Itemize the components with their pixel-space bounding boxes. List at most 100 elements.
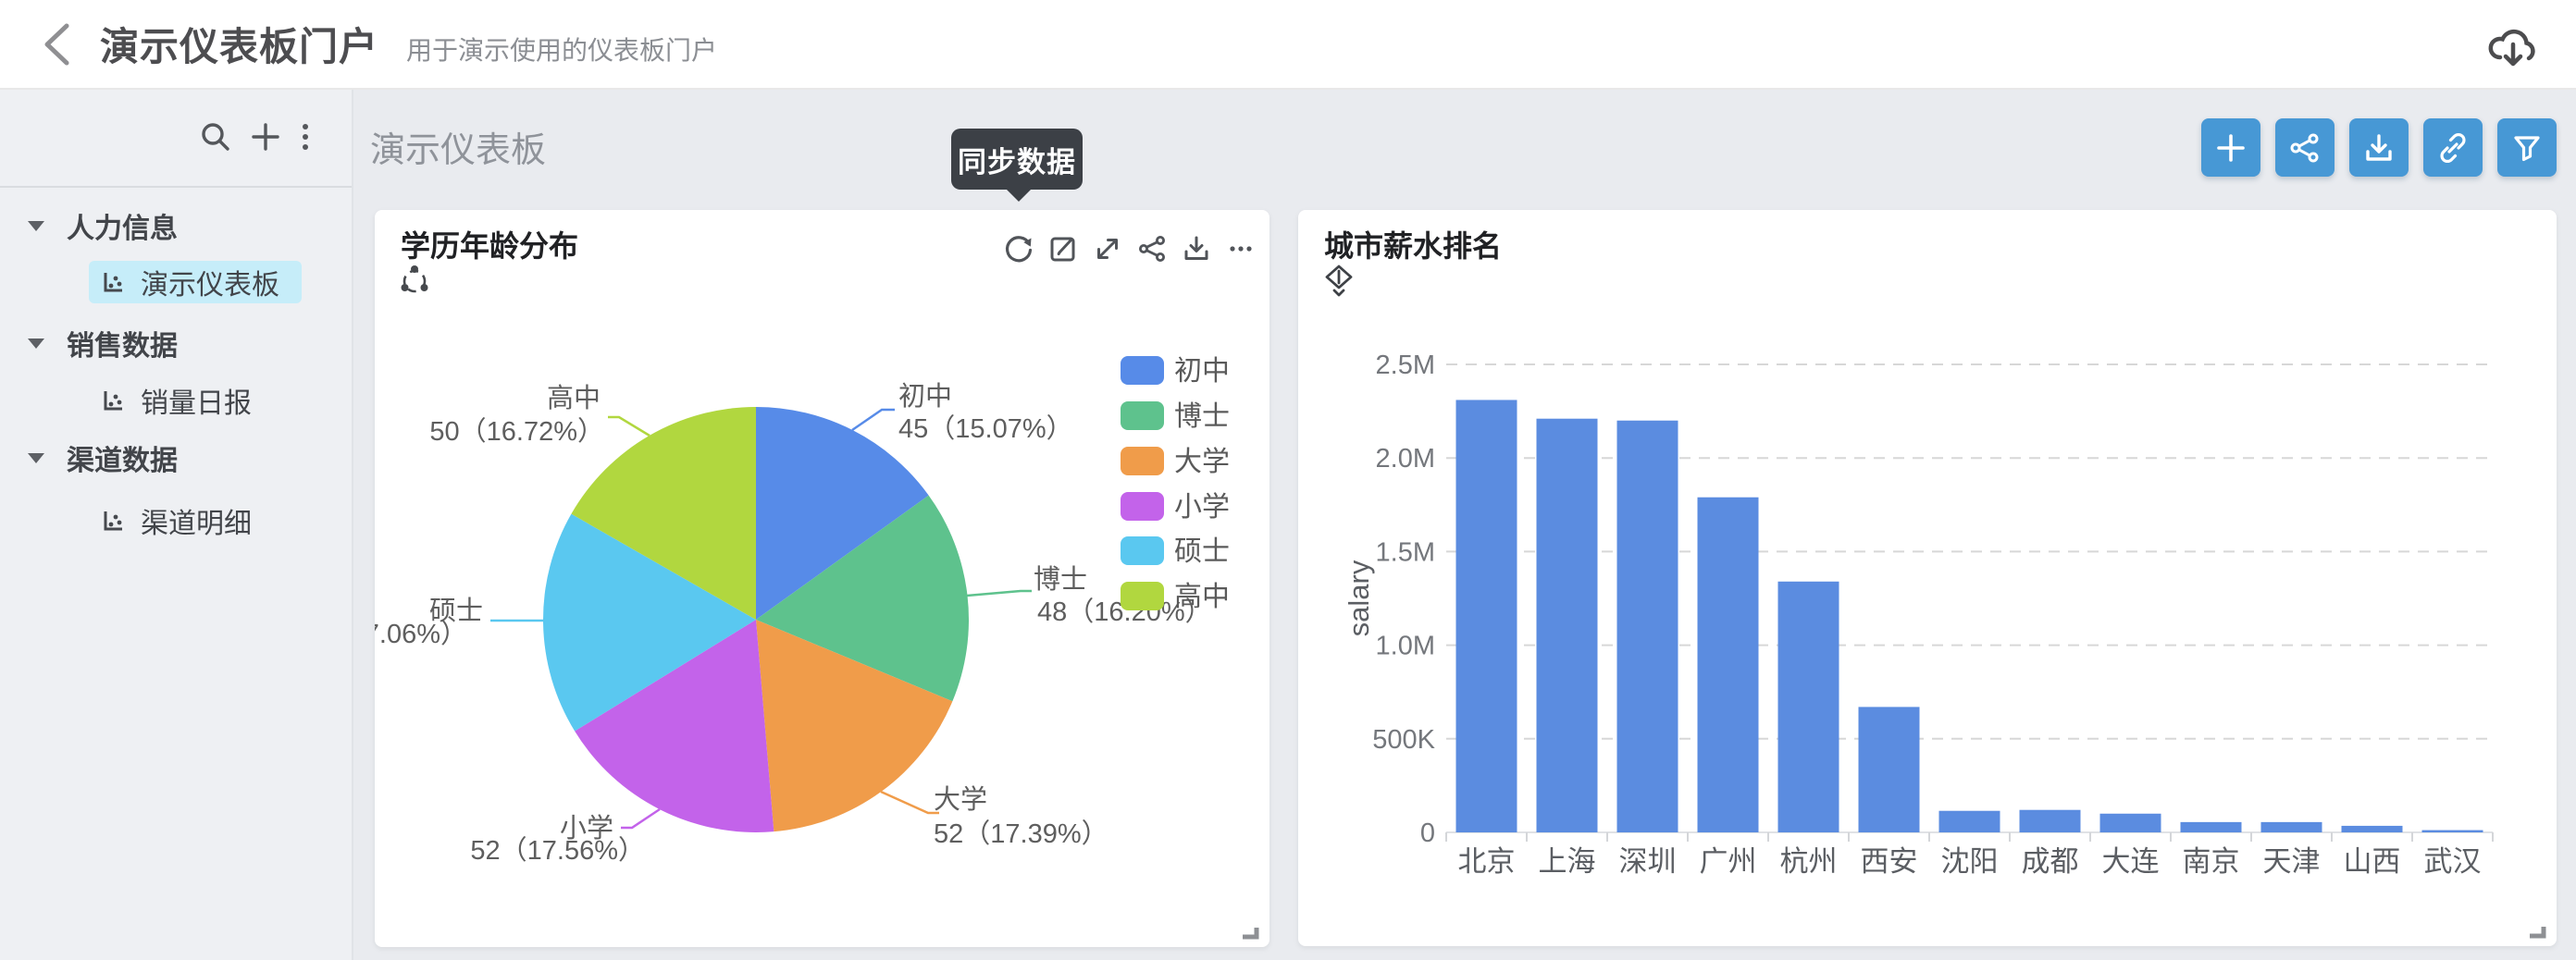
chart-title: 城市薪水排名 bbox=[1324, 229, 1503, 263]
chart-actions bbox=[1003, 233, 1257, 265]
sidebar-group-sales[interactable]: 销售数据 bbox=[0, 322, 353, 364]
cloud-download-icon bbox=[2488, 29, 2535, 66]
sidebar-group-label: 销售数据 bbox=[67, 331, 178, 362]
legend-item-博士[interactable]: 博士 bbox=[1121, 401, 1230, 432]
plus-icon bbox=[2217, 133, 2245, 162]
sidebar-item-channel-detail[interactable]: 渠道明细 bbox=[89, 499, 302, 542]
sync-data-tooltip: 同步数据 bbox=[951, 129, 1083, 202]
bar-深圳[interactable] bbox=[1616, 420, 1678, 832]
legend-swatch bbox=[1121, 492, 1164, 521]
legend-swatch bbox=[1121, 401, 1164, 430]
bar-广州[interactable] bbox=[1697, 497, 1759, 832]
add-component-button[interactable] bbox=[2201, 118, 2260, 177]
legend-label: 高中 bbox=[1174, 582, 1230, 612]
resize-handle-icon[interactable] bbox=[1240, 923, 1260, 940]
legend-item-小学[interactable]: 小学 bbox=[1121, 492, 1230, 523]
resize-handle-icon[interactable] bbox=[2527, 922, 2547, 939]
refresh-icon[interactable] bbox=[1003, 233, 1034, 265]
y-tick-label: 500K bbox=[1372, 725, 1435, 755]
caret-down-icon bbox=[28, 338, 44, 349]
pie-label-leader bbox=[608, 415, 650, 437]
bar-上海[interactable] bbox=[1536, 418, 1598, 832]
x-tick-label: 北京 bbox=[1458, 845, 1516, 878]
bar-大连[interactable] bbox=[2099, 813, 2161, 832]
pie-label-value: 51（17.06%） bbox=[375, 620, 467, 649]
more-icon[interactable] bbox=[1225, 233, 1257, 265]
bar-成都[interactable] bbox=[2019, 809, 2081, 832]
link-button[interactable] bbox=[2423, 118, 2483, 177]
y-tick-label: 2.0M bbox=[1376, 444, 1435, 474]
pie-label-leader bbox=[851, 408, 895, 432]
kebab-menu-icon[interactable] bbox=[287, 118, 324, 155]
bar-chart-canvas[interactable]: 0 500K 1.0M 1.5M 2.0M 2.5M salary 北京 上海 深圳 广州 杭州 西安沈… bbox=[1298, 210, 2557, 946]
dashboard-title: 演示仪表板 bbox=[370, 131, 547, 170]
legend-item-硕士[interactable]: 硕士 bbox=[1121, 536, 1230, 567]
x-tick-label: 沈阳 bbox=[1941, 845, 1999, 878]
cloud-download-button[interactable] bbox=[2483, 18, 2537, 71]
pie-label-value: 45（15.07%） bbox=[898, 414, 1073, 444]
legend-label: 初中 bbox=[1174, 356, 1230, 387]
chart-icon bbox=[104, 511, 122, 531]
edit-icon[interactable] bbox=[1047, 233, 1079, 265]
chart-title: 学历年龄分布 bbox=[401, 229, 579, 263]
download-icon[interactable] bbox=[1181, 233, 1212, 265]
tooltip-arrow bbox=[1006, 189, 1032, 202]
sidebar-item-label: 销量日报 bbox=[141, 388, 252, 419]
pie-label-leader bbox=[880, 790, 939, 815]
x-tick-label: 广州 bbox=[1700, 845, 1757, 878]
back-button[interactable] bbox=[37, 20, 78, 68]
bar-山西[interactable] bbox=[2341, 825, 2403, 832]
expand-icon[interactable] bbox=[1092, 233, 1123, 265]
pie-label-name: 高中 bbox=[547, 383, 601, 413]
legend-swatch bbox=[1121, 536, 1164, 565]
legend-label: 大学 bbox=[1174, 447, 1230, 477]
pie-label-value: 52（17.39%） bbox=[934, 819, 1108, 849]
share-icon[interactable] bbox=[1136, 233, 1168, 265]
legend-item-大学[interactable]: 大学 bbox=[1121, 447, 1230, 477]
sidebar-item-sales-daily[interactable]: 销量日报 bbox=[89, 379, 302, 422]
sidebar-toolbar bbox=[0, 90, 352, 186]
bar-西安[interactable] bbox=[1858, 707, 1920, 832]
drill-diamond-icon bbox=[1324, 264, 1354, 297]
y-tick-label: 1.5M bbox=[1376, 537, 1435, 567]
pie-label-leader bbox=[966, 589, 1032, 597]
y-tick-label: 0 bbox=[1420, 818, 1435, 848]
legend-swatch bbox=[1121, 582, 1164, 610]
bar-chart-card: 0 500K 1.0M 1.5M 2.0M 2.5M salary 北京 上海 深圳 广州 杭州 西安沈… bbox=[1298, 210, 2557, 946]
search-icon[interactable] bbox=[197, 118, 234, 155]
chart-icon bbox=[104, 273, 122, 292]
pie-label-value: 52（17.56%） bbox=[470, 836, 645, 866]
filter-icon bbox=[2514, 135, 2540, 161]
bar-南京[interactable] bbox=[2180, 821, 2242, 832]
y-tick-label: 2.5M bbox=[1376, 351, 1435, 380]
sidebar-group-channel[interactable]: 渠道数据 bbox=[0, 437, 353, 479]
sidebar-item-demo-dashboard[interactable]: 演示仪表板 bbox=[89, 261, 302, 303]
sidebar-divider bbox=[0, 186, 352, 188]
bar-沈阳[interactable] bbox=[1938, 810, 2000, 832]
x-tick-label: 山西 bbox=[2344, 845, 2401, 878]
bar-杭州[interactable] bbox=[1777, 581, 1839, 832]
x-tick-label: 大连 bbox=[2102, 845, 2160, 878]
bar-北京[interactable] bbox=[1455, 400, 1517, 832]
legend-item-高中[interactable]: 高中 bbox=[1121, 582, 1230, 612]
sidebar-group-label: 渠道数据 bbox=[67, 446, 178, 476]
download-icon bbox=[2366, 133, 2392, 161]
sidebar-item-label: 渠道明细 bbox=[141, 509, 252, 539]
bar-天津[interactable] bbox=[2260, 821, 2322, 832]
linkage-dots-icon bbox=[401, 264, 430, 297]
pie-label-leader bbox=[621, 807, 661, 830]
app-header: 演示仪表板门户 用于演示使用的仪表板门户 bbox=[0, 0, 2576, 90]
bar-武汉[interactable] bbox=[2421, 830, 2483, 832]
sidebar-group-hr[interactable]: 人力信息 bbox=[0, 204, 353, 247]
portal-title: 演示仪表板门户 bbox=[100, 25, 379, 68]
filter-button[interactable] bbox=[2497, 118, 2557, 177]
share-button[interactable] bbox=[2275, 118, 2334, 177]
download-button[interactable] bbox=[2349, 118, 2409, 177]
legend-label: 小学 bbox=[1174, 492, 1230, 523]
add-icon[interactable] bbox=[247, 118, 284, 155]
legend-item-初中[interactable]: 初中 bbox=[1121, 356, 1230, 387]
pie-chart-canvas[interactable]: 初中45（15.07%）博士48（16.20%）大学52（17.39%）小学52… bbox=[375, 210, 1269, 947]
y-tick-label: 1.0M bbox=[1376, 632, 1435, 661]
caret-down-icon bbox=[28, 220, 44, 231]
pie-label-name: 初中 bbox=[898, 381, 952, 412]
